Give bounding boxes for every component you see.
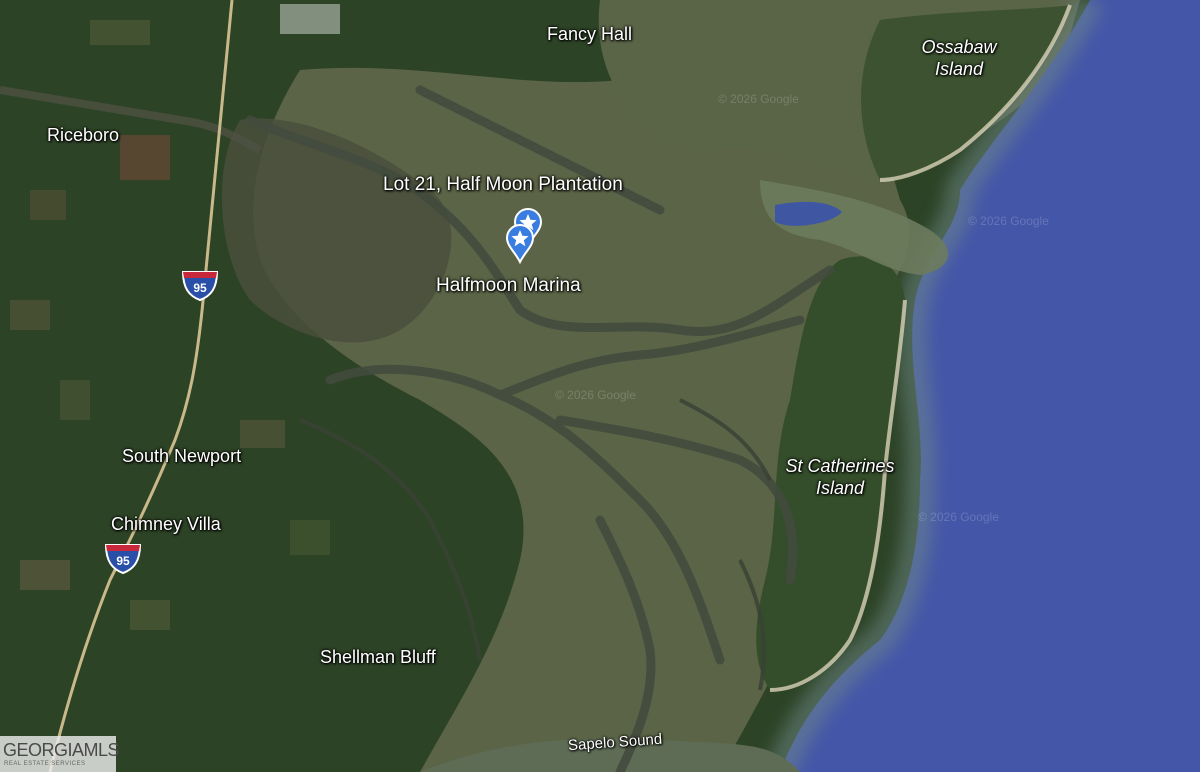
- google-watermark: © 2026 Google: [718, 92, 799, 106]
- place-label-riceboro: Riceboro: [47, 125, 120, 145]
- google-watermark: © 2026 Google: [555, 388, 636, 402]
- interstate-shield-icon: 95: [181, 268, 219, 302]
- satellite-imagery: [0, 0, 1200, 772]
- place-label-south-newport: South Newport: [122, 446, 242, 466]
- interstate-shield-icon: 95: [104, 541, 142, 575]
- interstate-number: 95: [193, 281, 207, 295]
- marker-label-lot21: Lot 21, Half Moon Plantation: [383, 174, 623, 195]
- marker-label-halfmoon-marina: Halfmoon Marina: [436, 275, 581, 296]
- google-watermark: © 2026 Google: [918, 510, 999, 524]
- place-label-fancy-hall: Fancy Hall: [547, 24, 633, 44]
- logo-subtext: REAL ESTATE SERVICES: [4, 761, 86, 767]
- georgia-mls-logo: GEORGIAMLS REAL ESTATE SERVICES: [0, 736, 120, 772]
- satellite-map[interactable]: © 2026 Google © 2026 Google © 2026 Googl…: [0, 0, 1200, 772]
- place-label-ossabaw-island: Ossabaw Island: [921, 37, 997, 79]
- place-label-st-catherines-island: St Catherines Island: [785, 456, 895, 498]
- interstate-number: 95: [116, 554, 130, 568]
- logo-text: GEORGIAMLS: [3, 740, 120, 760]
- place-label-chimney-villa: Chimney Villa: [111, 514, 221, 534]
- star-pin-icon[interactable]: [505, 224, 535, 265]
- place-label-shellman-bluff: Shellman Bluff: [320, 647, 436, 667]
- google-watermark: © 2026 Google: [968, 214, 1049, 228]
